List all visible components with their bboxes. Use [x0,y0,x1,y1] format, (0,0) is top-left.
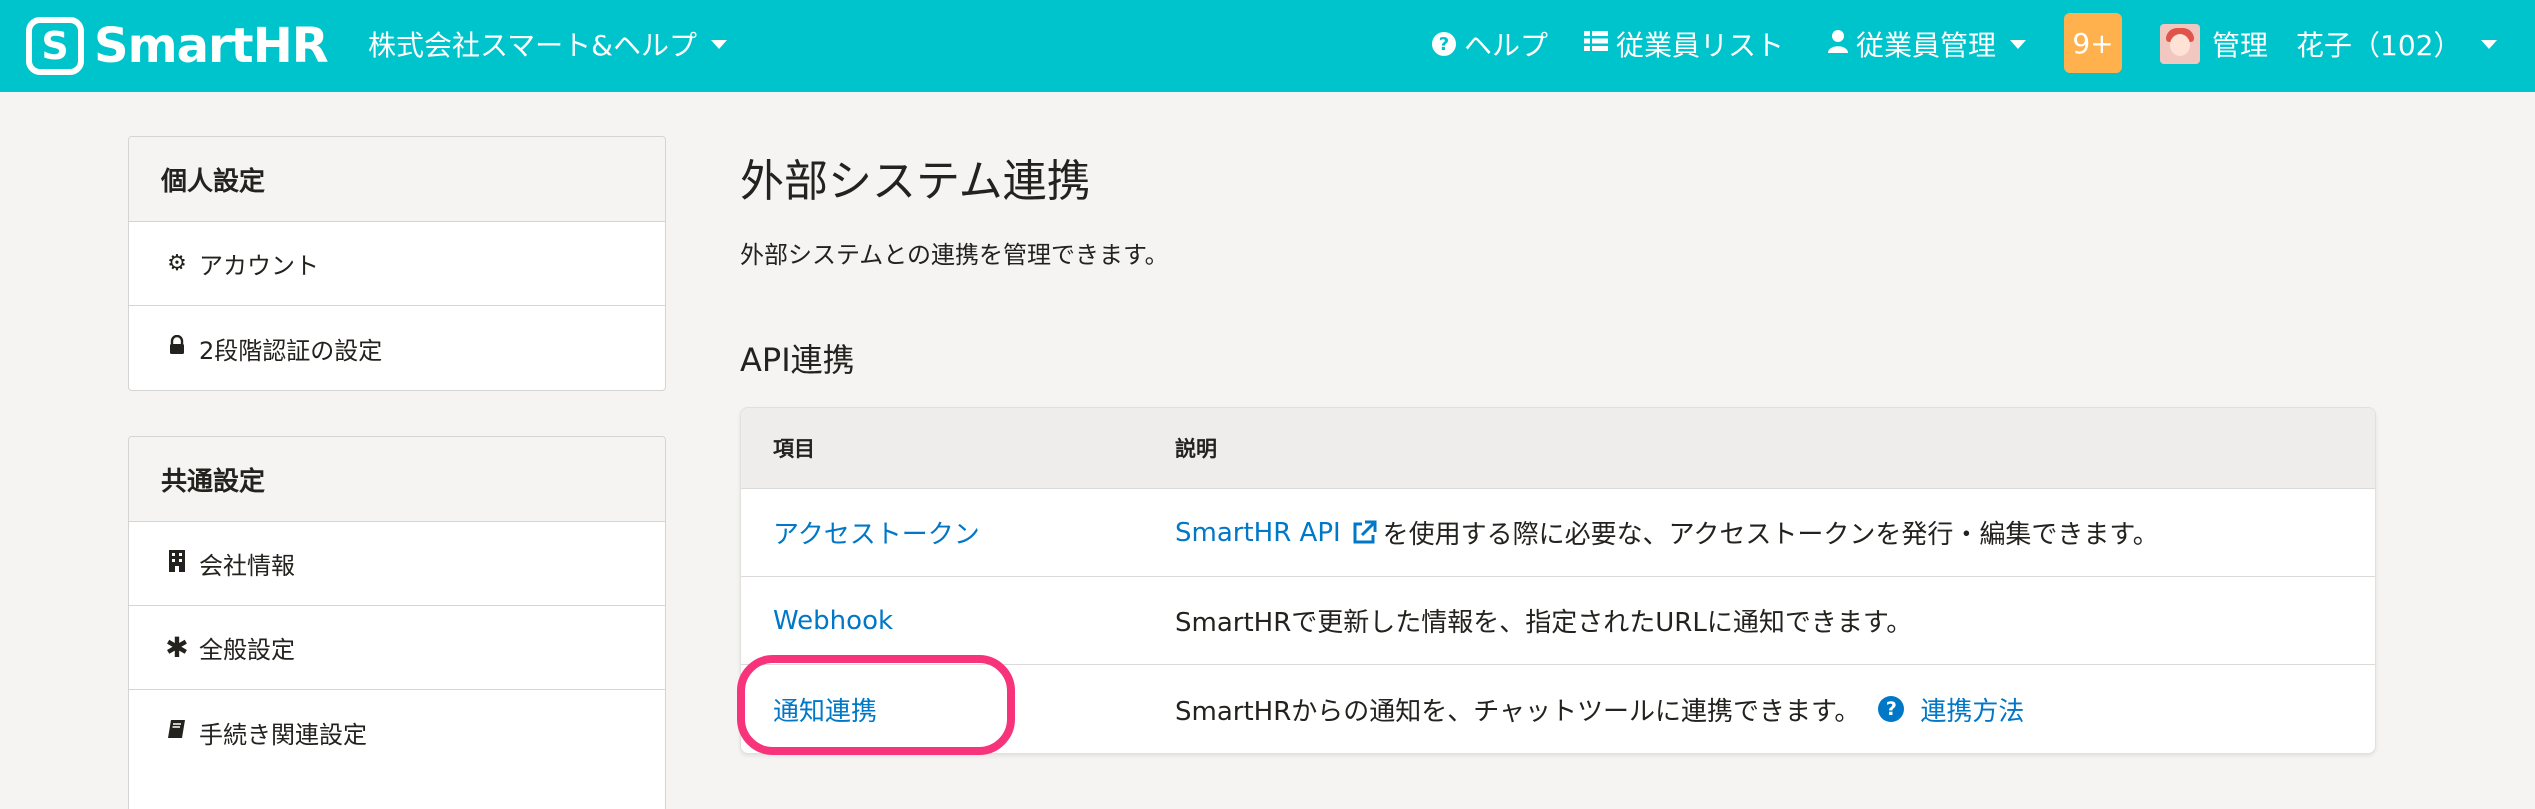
table-header: 項目 説明 [741,408,2375,489]
sidebar-item-label: 全般設定 [199,636,295,664]
question-circle-icon: ? [1432,32,1456,56]
page-title: 外部システム連携 [740,156,1091,207]
avatar[interactable] [2160,24,2200,64]
user-name: 管理 花子（102） [2212,29,2462,62]
caret-down-icon [711,39,727,49]
book-icon [165,719,189,745]
personal-settings-card: 個人設定 ⚙ アカウント 2段階認証の設定 [128,136,666,391]
sidebar-item-label: 手続き関連設定 [199,720,367,749]
webhook-link[interactable]: Webhook [773,606,893,636]
employee-management-label: 従業員管理 [1856,29,1997,62]
employee-management-menu[interactable]: 従業員管理 [1828,22,2027,66]
smarthr-api-link[interactable]: SmartHR API [1175,518,1341,548]
question-circle-icon: ? [1878,696,1905,722]
caret-down-icon [2010,39,2027,49]
employee-list-link[interactable]: 従業員リスト [1584,22,1784,66]
logo-text: SmartHR [94,18,329,74]
logo-mark-icon: S [26,17,84,75]
row-description: SmartHRで更新した情報を、指定されたURLに通知できます。 [1175,608,1913,638]
table-row: アクセストークン SmartHR API を使用する際に必要な、アクセストークン… [741,489,2375,577]
company-selector[interactable]: 株式会社スマート&ヘルプ [368,22,727,66]
section-title: API連携 [740,341,855,379]
sidebar-item-two-factor[interactable]: 2段階認証の設定 [129,306,665,390]
sidebar-item-label: アカウント [199,252,319,280]
column-header-description: 説明 [1175,437,1217,461]
gear-icon: ⚙ [167,251,187,276]
sidebar-item-label: 2段階認証の設定 [199,336,383,365]
smarthr-logo[interactable]: S SmartHR [26,16,329,76]
building-icon [165,549,189,578]
employee-list-label: 従業員リスト [1616,29,1785,62]
row-description: SmartHRからの通知を、チャットツールに連携できます。 [1175,696,1861,727]
sidebar-item-company-info[interactable]: 会社情報 [129,522,665,606]
lock-icon [165,334,189,361]
help-link[interactable]: ? ヘルプ [1432,22,1548,66]
help-label: ヘルプ [1464,29,1549,62]
integration-method-link[interactable]: 連携方法 [1920,691,2024,728]
user-icon [1828,29,1848,60]
top-header: S SmartHR 株式会社スマート&ヘルプ ? ヘルプ 従業員リスト 従業員管… [0,0,2535,92]
caret-down-icon [2481,39,2498,49]
external-link-icon[interactable] [1351,520,1377,546]
row-description: を使用する際に必要な、アクセストークンを発行・編集できます。 [1382,520,2159,550]
sidebar-item-label: 会社情報 [199,552,295,580]
personal-settings-title: 個人設定 [129,137,665,222]
common-settings-card: 共通設定 会社情報 ✱ 全般設定 手続き関連設定 [128,436,666,809]
page-description: 外部システムとの連携を管理できます。 [740,241,1169,269]
list-icon [1584,29,1608,59]
notification-badge[interactable]: 9+ [2064,13,2122,73]
sidebar-item-account[interactable]: ⚙ アカウント [129,222,665,306]
user-menu[interactable]: 管理 花子（102） [2212,22,2498,66]
sidebar-item-procedure-settings[interactable]: 手続き関連設定 [129,690,665,774]
highlight-circle [737,655,1015,755]
asterisk-icon: ✱ [165,631,189,664]
table-row: Webhook SmartHRで更新した情報を、指定されたURLに通知できます。 [741,577,2375,665]
sidebar-item-general-settings[interactable]: ✱ 全般設定 [129,606,665,690]
column-header-item: 項目 [773,437,815,461]
common-settings-title: 共通設定 [129,437,665,522]
company-name: 株式会社スマート&ヘルプ [368,29,697,62]
access-token-link[interactable]: アクセストークン [773,514,980,551]
